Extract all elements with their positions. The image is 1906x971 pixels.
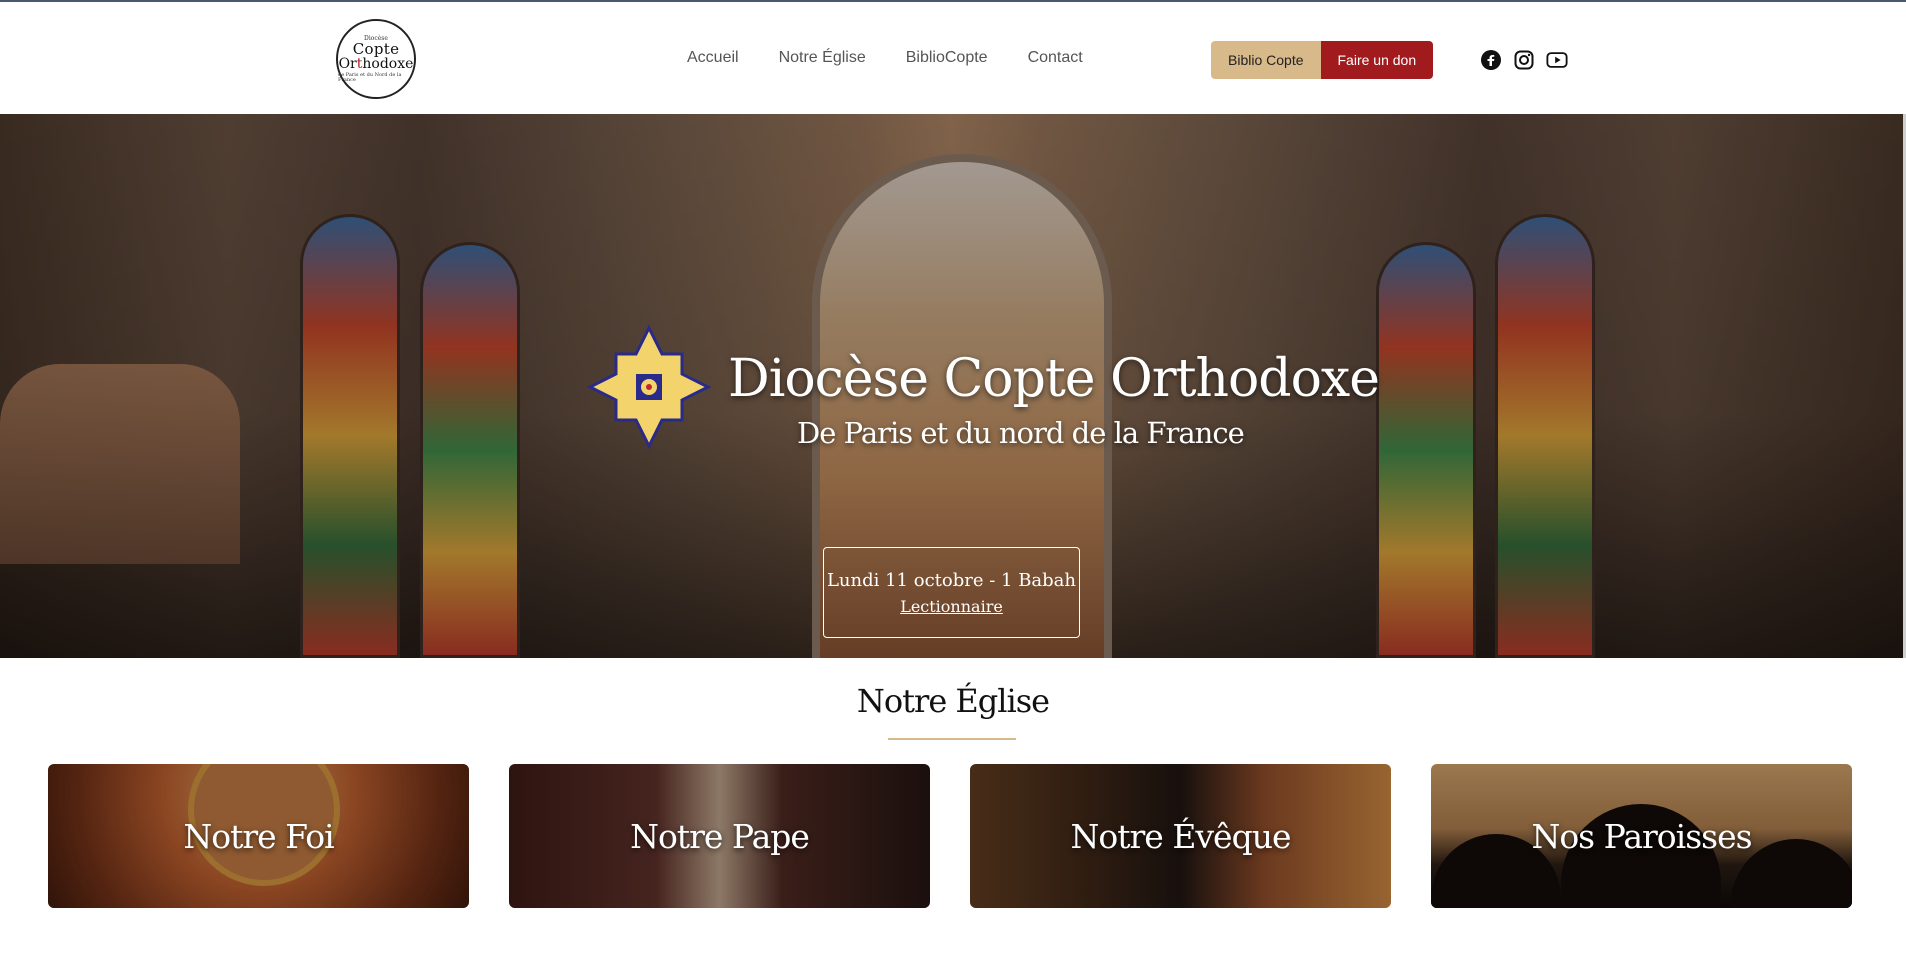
facebook-icon[interactable] (1480, 49, 1502, 71)
site-header: Diocèse Copte Orthodoxe de Paris et du N… (0, 2, 1906, 114)
main-nav: Accueil Notre Église BiblioCopte Contact (687, 49, 1083, 67)
nav-accueil[interactable]: Accueil (687, 49, 739, 67)
instagram-icon[interactable] (1513, 49, 1535, 71)
liturgical-date: Lundi 11 octobre - 1 Babah (826, 569, 1077, 591)
card-label: Notre Évêque (1070, 816, 1292, 856)
church-cards: Notre Foi Notre Pape Notre Évêque Nos Pa… (48, 764, 1852, 908)
liturgical-date-box: Lundi 11 octobre - 1 Babah Lectionnaire (823, 547, 1080, 638)
section-title: Notre Église (856, 682, 1050, 720)
logo-line-2: Copte (352, 39, 400, 58)
card-label: Notre Pape (630, 816, 810, 856)
card-label: Notre Foi (183, 816, 334, 856)
youtube-icon[interactable] (1546, 49, 1568, 71)
hero-subtitle: De Paris et du nord de la France (797, 416, 1245, 450)
card-notre-foi[interactable]: Notre Foi (48, 764, 469, 908)
hero-banner: Diocèse Copte Orthodoxe De Paris et du n… (0, 114, 1903, 658)
lectionnaire-link[interactable]: Lectionnaire (900, 597, 1003, 616)
logo-line-3: Orthodoxe (338, 55, 414, 72)
hero-title: Diocèse Copte Orthodoxe (728, 349, 1380, 409)
social-links (1480, 49, 1568, 71)
nav-notre-eglise[interactable]: Notre Église (779, 49, 866, 67)
diocese-logo[interactable]: Diocèse Copte Orthodoxe de Paris et du N… (336, 19, 416, 99)
header-buttons: Biblio Copte Faire un don (1211, 41, 1434, 79)
nav-bibliocopte[interactable]: BiblioCopte (906, 49, 988, 67)
card-nos-paroisses[interactable]: Nos Paroisses (1431, 764, 1852, 908)
biblio-copte-button[interactable]: Biblio Copte (1211, 41, 1321, 79)
card-label: Nos Paroisses (1531, 816, 1752, 856)
nav-contact[interactable]: Contact (1028, 49, 1083, 67)
donate-button[interactable]: Faire un don (1320, 41, 1434, 79)
card-notre-pape[interactable]: Notre Pape (509, 764, 930, 908)
coptic-cross-icon (586, 324, 712, 450)
card-notre-eveque[interactable]: Notre Évêque (970, 764, 1391, 908)
section-divider (888, 738, 1016, 740)
logo-line-4: de Paris et du Nord de la France (338, 71, 402, 83)
